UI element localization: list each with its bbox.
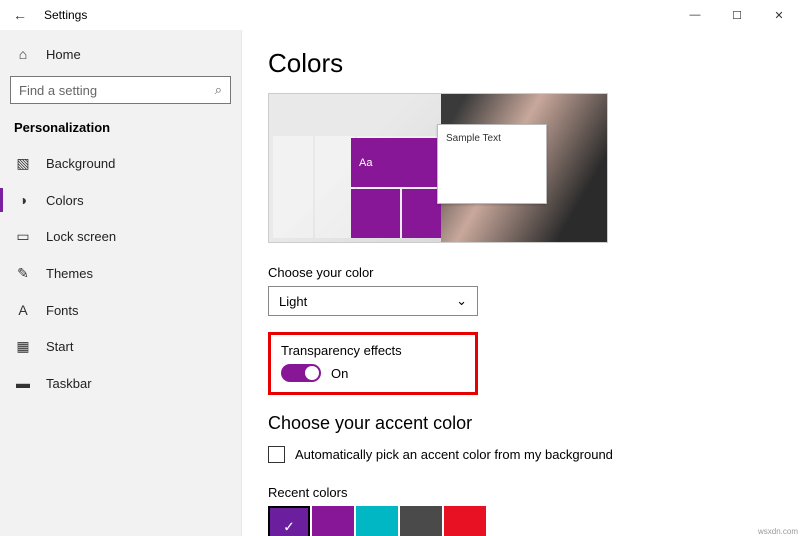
search-icon: ⌕	[215, 82, 222, 98]
sidebar-item-label: Colors	[46, 193, 84, 208]
minimize-button[interactable]: —	[674, 0, 716, 30]
sidebar-item-label: Start	[46, 339, 73, 354]
sidebar-home-label: Home	[46, 47, 81, 62]
auto-pick-checkbox[interactable]	[268, 446, 285, 463]
sidebar-item-themes[interactable]: ✎ Themes	[0, 255, 241, 292]
search-input[interactable]: Find a setting ⌕	[10, 76, 231, 104]
taskbar-icon: ▬	[14, 375, 32, 391]
themes-icon: ✎	[14, 265, 32, 282]
sidebar-item-fonts[interactable]: A Fonts	[0, 292, 241, 328]
sidebar-item-label: Lock screen	[46, 229, 116, 244]
sidebar: ⌂ Home Find a setting ⌕ Personalization …	[0, 30, 242, 536]
titlebar: ← Settings — ☐ ✕	[0, 0, 800, 30]
choose-color-dropdown[interactable]: Light ⌄	[268, 286, 478, 316]
color-swatch[interactable]	[444, 506, 486, 536]
back-button[interactable]: ←	[8, 7, 32, 23]
color-swatch[interactable]	[356, 506, 398, 536]
recent-colors	[268, 506, 774, 536]
sidebar-item-label: Background	[46, 156, 115, 171]
close-button[interactable]: ✕	[758, 0, 800, 30]
chevron-down-icon: ⌄	[456, 293, 467, 309]
preview-tile-text: Aa	[351, 138, 451, 187]
main-content: Colors Aa Sample Text Choose your color …	[242, 30, 800, 536]
choose-color-label: Choose your color	[268, 265, 774, 280]
page-title: Colors	[268, 48, 774, 79]
start-icon: ▦	[14, 338, 32, 355]
watermark: wsxdn.com	[758, 527, 798, 536]
sidebar-item-label: Taskbar	[46, 376, 92, 391]
color-preview: Aa Sample Text	[268, 93, 608, 243]
app-title: Settings	[44, 8, 87, 22]
sidebar-item-start[interactable]: ▦ Start	[0, 328, 241, 365]
sidebar-item-background[interactable]: ▧ Background	[0, 145, 241, 182]
transparency-label: Transparency effects	[281, 343, 465, 358]
auto-pick-label: Automatically pick an accent color from …	[295, 447, 613, 462]
search-placeholder: Find a setting	[19, 83, 97, 98]
transparency-toggle[interactable]	[281, 364, 321, 382]
sidebar-home[interactable]: ⌂ Home	[0, 36, 241, 72]
fonts-icon: A	[14, 302, 32, 318]
color-swatch[interactable]	[268, 506, 310, 536]
home-icon: ⌂	[14, 46, 32, 62]
palette-icon: ◑	[14, 192, 32, 208]
accent-heading: Choose your accent color	[268, 413, 774, 434]
sidebar-item-colors[interactable]: ◑ Colors	[0, 182, 241, 218]
sidebar-item-label: Themes	[46, 266, 93, 281]
maximize-button[interactable]: ☐	[716, 0, 758, 30]
sidebar-section: Personalization	[0, 114, 241, 145]
transparency-section: Transparency effects On	[268, 332, 478, 395]
color-swatch[interactable]	[312, 506, 354, 536]
preview-sample-window: Sample Text	[437, 124, 547, 204]
transparency-state: On	[331, 366, 348, 381]
image-icon: ▧	[14, 155, 32, 172]
recent-colors-label: Recent colors	[268, 485, 774, 500]
sidebar-item-label: Fonts	[46, 303, 79, 318]
sidebar-item-taskbar[interactable]: ▬ Taskbar	[0, 365, 241, 401]
sidebar-item-lock-screen[interactable]: ▭ Lock screen	[0, 218, 241, 255]
choose-color-value: Light	[279, 294, 307, 309]
color-swatch[interactable]	[400, 506, 442, 536]
lock-screen-icon: ▭	[14, 228, 32, 245]
